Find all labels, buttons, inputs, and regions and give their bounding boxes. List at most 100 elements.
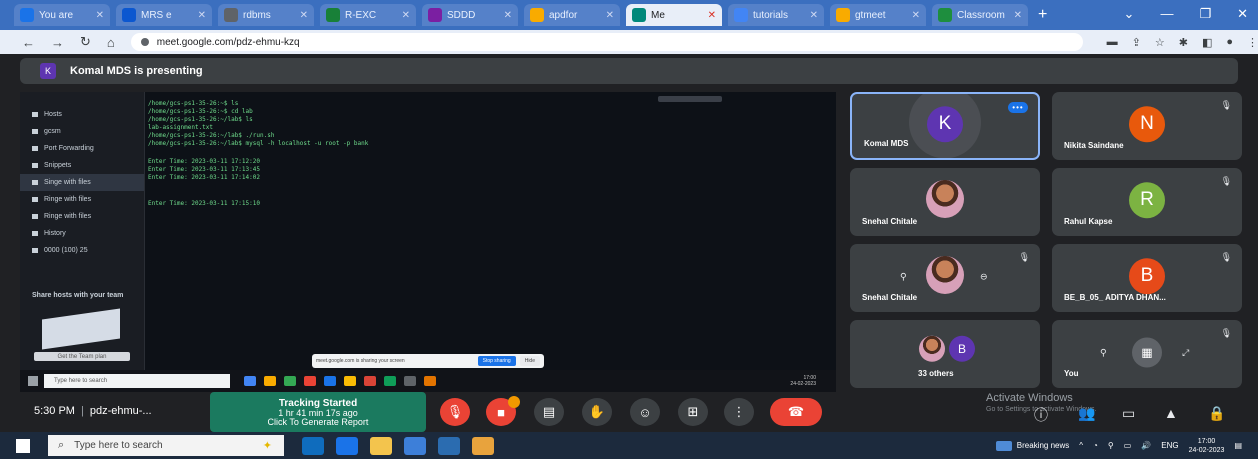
item-icon: [32, 146, 38, 151]
present-button[interactable]: ⊞: [678, 398, 708, 426]
chrome-icon[interactable]: [472, 436, 494, 455]
browser-tab[interactable]: Classroom ✕: [932, 4, 1028, 26]
captions-button[interactable]: ▤: [534, 398, 564, 426]
browser-tab[interactable]: apdfor ✕: [524, 4, 620, 26]
browser-tab[interactable]: gtmeet ✕: [830, 4, 926, 26]
shared-search-box: Type here to search: [44, 374, 230, 388]
network-icon[interactable]: ◔: [1093, 441, 1098, 450]
edge-icon[interactable]: [336, 436, 358, 455]
more-options-icon[interactable]: •••: [1008, 102, 1028, 113]
tab-close-icon[interactable]: ✕: [912, 10, 920, 21]
browser-tab[interactable]: R-EXC ✕: [320, 4, 416, 26]
chevron-down-icon[interactable]: ⌄: [1124, 6, 1135, 22]
remove-icon[interactable]: ⊖: [980, 271, 988, 282]
ssh-sidebar-label: Ringe with files: [44, 213, 92, 220]
windows-start-icon[interactable]: [16, 438, 30, 453]
tab-close-icon[interactable]: ✕: [606, 10, 614, 21]
home-icon[interactable]: ⌂: [107, 35, 115, 50]
participant-tile[interactable]: B 🎙 BE_B_05_ ADITYA DHAN...: [1052, 244, 1242, 312]
more-options-button[interactable]: ⋮: [724, 398, 754, 426]
promo-title: Share hosts with your team: [32, 292, 124, 299]
mail-icon[interactable]: [438, 436, 460, 455]
bookmark-icon[interactable]: ☆: [1155, 36, 1165, 49]
notifications-icon[interactable]: ▤: [1234, 441, 1242, 450]
tab-close-icon[interactable]: ✕: [402, 10, 410, 21]
mic-off-button[interactable]: 🎙: [440, 398, 470, 426]
reload-icon[interactable]: ↻: [80, 34, 91, 50]
browser-tab[interactable]: MRS e ✕: [116, 4, 212, 26]
tab-close-icon[interactable]: ✕: [96, 10, 104, 21]
news-widget[interactable]: Breaking news: [995, 440, 1069, 451]
tab-close-icon[interactable]: ✕: [504, 10, 512, 21]
tab-close-icon[interactable]: ✕: [810, 10, 818, 21]
taskbar-clock[interactable]: 17:00 24-02-2023: [1189, 437, 1225, 455]
store-icon[interactable]: [404, 436, 426, 455]
tab-close-icon[interactable]: ✕: [300, 10, 308, 21]
browser-tab[interactable]: Me ✕: [626, 4, 722, 26]
windows-taskbar: ⌕ Type here to search ✦ Breaking news ^ …: [0, 432, 1258, 459]
shared-screen[interactable]: Hosts gcsm Port Forwarding Snippets Singe wi…: [20, 92, 836, 392]
language-indicator[interactable]: ENG: [1161, 441, 1178, 450]
leave-call-button[interactable]: ☎: [770, 398, 822, 426]
warning-badge: [508, 396, 520, 408]
taskbar-search-input[interactable]: ⌕ Type here to search ✦: [48, 435, 284, 456]
activities-icon[interactable]: ▲: [1164, 405, 1178, 421]
browser-tab[interactable]: You are ✕: [14, 4, 110, 26]
new-tab-button[interactable]: +: [1038, 6, 1047, 24]
volume-icon[interactable]: 🔊: [1141, 441, 1151, 450]
info-icon[interactable]: ⓘ: [1034, 405, 1048, 425]
others-tile[interactable]: B 33 others: [850, 320, 1040, 388]
menu-icon[interactable]: ⋮: [1247, 36, 1258, 49]
browser-tab[interactable]: tutorials ✕: [728, 4, 824, 26]
browser-tab[interactable]: rdbms ✕: [218, 4, 314, 26]
tracking-report-button[interactable]: Tracking Started 1 hr 41 min 17s ago Cli…: [210, 392, 426, 432]
battery-icon[interactable]: ▭: [1124, 441, 1132, 450]
camera-icon[interactable]: ▬: [1107, 36, 1118, 49]
pin-icon[interactable]: ⚲: [1100, 347, 1107, 358]
participant-tile[interactable]: Snehal Chitale: [850, 168, 1040, 236]
item-icon: [32, 163, 38, 168]
chevron-up-icon[interactable]: ^: [1079, 441, 1083, 450]
share-icon[interactable]: ⇪: [1132, 36, 1141, 49]
close-icon[interactable]: ✕: [1237, 6, 1248, 22]
participant-tile[interactable]: N 🎙 Nikita Saindane: [1052, 92, 1242, 160]
participant-tile[interactable]: ⚲ ⊖ 🎙 Snehal Chitale: [850, 244, 1040, 312]
shared-taskbar: Type here to search 17:00 24-02-2023: [20, 370, 836, 392]
shared-taskbar-icons: [244, 376, 436, 386]
people-icon[interactable]: 👥: [1078, 405, 1095, 422]
back-icon[interactable]: ←: [22, 35, 35, 50]
profile-icon[interactable]: ●: [1226, 36, 1233, 49]
item-icon: [32, 248, 38, 253]
forward-icon[interactable]: →: [51, 35, 64, 50]
url-input[interactable]: meet.google.com/pdz-ehmu-kzq: [130, 33, 1083, 51]
terminal-line: Enter Time: 2023-03-11 17:12:20: [148, 158, 260, 165]
taskbar-time: 17:00: [1197, 437, 1216, 445]
sidebar-icon[interactable]: ◧: [1202, 36, 1212, 49]
chat-icon[interactable]: ▭: [1122, 405, 1135, 422]
ssh-sidebar-item: Ringe with files: [20, 208, 144, 225]
self-tile[interactable]: ▦ ⚲ ⤢ 🎙 You: [1052, 320, 1242, 388]
extensions-icon[interactable]: ✱: [1179, 36, 1188, 49]
lock-icon[interactable]: 🔒: [1208, 405, 1225, 422]
tab-close-icon[interactable]: ✕: [708, 10, 716, 21]
fullscreen-icon[interactable]: ⤢: [1182, 347, 1189, 358]
tab-close-icon[interactable]: ✕: [198, 10, 206, 21]
location-icon[interactable]: ⚲: [1108, 441, 1114, 450]
minimize-icon[interactable]: —: [1160, 6, 1173, 22]
emoji-button[interactable]: ☺: [630, 398, 660, 426]
participant-tile[interactable]: K ••• Komal MDS: [850, 92, 1040, 160]
tab-label: Classroom: [957, 9, 1005, 21]
tab-close-icon[interactable]: ✕: [1014, 10, 1022, 21]
maximize-icon[interactable]: ❐: [1199, 6, 1211, 22]
item-icon: [32, 231, 38, 236]
camera-off-button[interactable]: ■: [486, 396, 520, 426]
task-view-icon[interactable]: [302, 436, 324, 455]
tab-favicon-icon: [734, 8, 748, 22]
participant-tile[interactable]: R 🎙 Rahul Kapse: [1052, 168, 1242, 236]
pin-icon[interactable]: ⚲: [900, 271, 907, 282]
raise-hand-button[interactable]: ✋: [582, 398, 612, 426]
terminal-line: /home/gcs-ps1-35-26:~/lab$ ./run.sh: [148, 132, 275, 139]
browser-tab[interactable]: SDDD ✕: [422, 4, 518, 26]
file-explorer-icon[interactable]: [370, 436, 392, 455]
ssh-sidebar-label: Ringe with files: [44, 196, 92, 203]
